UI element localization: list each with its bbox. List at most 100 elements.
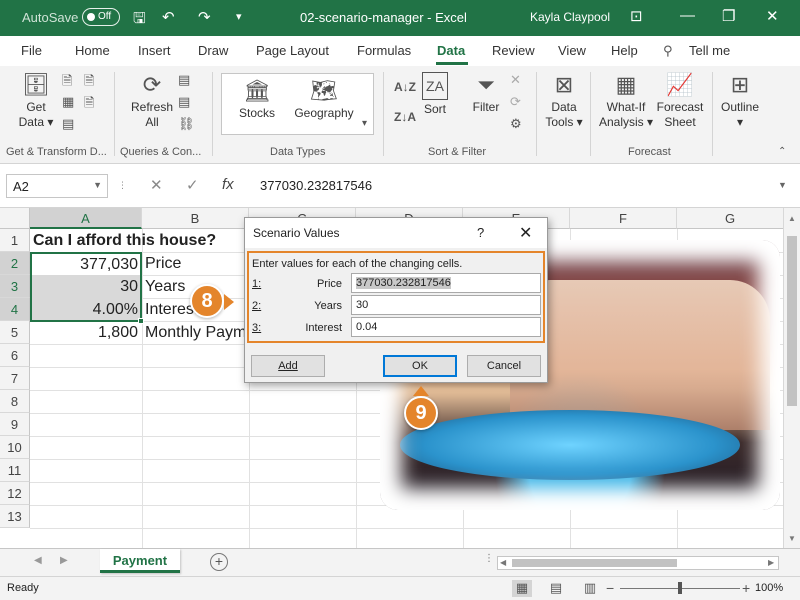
interest-field[interactable]: 0.04 <box>351 317 541 337</box>
row-header-12[interactable]: 12 <box>0 482 30 505</box>
from-table-icon[interactable]: ▦ <box>62 94 74 110</box>
refresh-all-button[interactable]: ⟳ Refresh All <box>128 72 176 130</box>
zoom-out-icon[interactable]: − <box>606 580 614 596</box>
row-header-5[interactable]: 5 <box>0 321 30 344</box>
cell-a5[interactable]: 1,800 <box>31 321 142 344</box>
row-header-11[interactable]: 11 <box>0 459 30 482</box>
clear-filter-icon[interactable]: ✕ <box>510 72 521 88</box>
column-header-a[interactable]: A <box>30 208 142 229</box>
row-header-8[interactable]: 8 <box>0 390 30 413</box>
advanced-filter-icon[interactable]: ⚙ <box>510 116 522 132</box>
prev-sheet-icon[interactable]: ◀ <box>34 555 42 566</box>
sort-button[interactable]: ZA Sort <box>420 72 450 117</box>
tell-me-search[interactable]: Tell me <box>689 43 730 58</box>
close-icon[interactable]: ✕ <box>519 223 532 243</box>
reapply-icon[interactable]: ⟳ <box>510 94 521 110</box>
row-header-10[interactable]: 10 <box>0 436 30 459</box>
cell-b2[interactable]: Price <box>145 252 249 275</box>
row-header-6[interactable]: 6 <box>0 344 30 367</box>
what-if-analysis-button[interactable]: ▦ What-If Analysis ▾ <box>598 72 654 130</box>
help-icon[interactable]: ? <box>477 225 484 240</box>
add-sheet-icon[interactable]: + <box>210 553 228 571</box>
row-header-3[interactable]: 3 <box>0 275 30 298</box>
data-tools-button[interactable]: ⊠ Data Tools ▾ <box>544 72 584 130</box>
tab-data[interactable]: Data <box>437 43 465 58</box>
tab-home[interactable]: Home <box>75 43 110 58</box>
zoom-level[interactable]: 100% <box>755 582 783 594</box>
tab-page-layout[interactable]: Page Layout <box>256 43 329 58</box>
tab-view[interactable]: View <box>558 43 586 58</box>
row-header-2[interactable]: 2 <box>0 252 30 275</box>
filter-button[interactable]: ⏷ Filter <box>468 72 504 115</box>
vertical-scrollbar[interactable]: ▲ ▼ <box>783 208 800 548</box>
redo-icon[interactable]: ↷ <box>198 8 211 26</box>
ribbon-display-icon[interactable]: ⊡ <box>630 7 643 25</box>
next-sheet-icon[interactable]: ▶ <box>60 555 68 566</box>
column-header-g[interactable]: G <box>677 208 784 229</box>
row-header-1[interactable]: 1 <box>0 229 30 252</box>
tab-review[interactable]: Review <box>492 43 535 58</box>
page-break-view-icon[interactable]: ▥ <box>580 580 600 597</box>
geography-button[interactable]: 🗺 Geography <box>292 78 356 121</box>
gallery-more-icon[interactable]: ▾ <box>362 118 367 129</box>
autosave-toggle[interactable]: Off <box>82 8 120 26</box>
scroll-up-icon[interactable]: ▲ <box>788 214 796 223</box>
queries-connections-icon[interactable]: ▤ <box>178 72 190 88</box>
row-header-7[interactable]: 7 <box>0 367 30 390</box>
normal-view-icon[interactable]: ▦ <box>512 580 532 597</box>
get-data-button[interactable]: 🗄 Get Data ▾ <box>14 72 58 130</box>
scroll-right-icon[interactable]: ▶ <box>768 558 774 567</box>
row-header-9[interactable]: 9 <box>0 413 30 436</box>
sort-descending-icon[interactable]: Z↓A <box>394 110 416 124</box>
hscroll-thumb[interactable] <box>512 559 677 567</box>
tab-formulas[interactable]: Formulas <box>357 43 411 58</box>
restore-icon[interactable]: ❐ <box>722 7 735 25</box>
zoom-slider-thumb[interactable] <box>678 582 682 594</box>
save-icon[interactable]: 🖫 <box>133 8 146 33</box>
ok-button[interactable]: OK <box>383 355 457 377</box>
tab-split-handle[interactable]: ⋮ <box>484 553 494 564</box>
confirm-entry-icon[interactable]: ✓ <box>186 176 199 194</box>
tab-file[interactable]: File <box>21 43 42 58</box>
from-web-icon[interactable]: 🗎 <box>84 72 94 94</box>
expand-formula-icon[interactable]: ▼ <box>778 180 787 190</box>
user-name[interactable]: Kayla Claypool <box>530 10 610 24</box>
formula-input[interactable]: 377030.232817546 <box>252 174 792 198</box>
from-text-icon[interactable]: 🗎 <box>62 72 72 94</box>
scroll-thumb[interactable] <box>787 236 797 406</box>
collapse-ribbon-icon[interactable]: ⌃ <box>778 146 786 157</box>
close-window-icon[interactable]: ✕ <box>766 7 779 25</box>
sheet-tab-payment[interactable]: Payment <box>100 549 180 573</box>
price-field[interactable]: 377030.232817546 <box>351 273 541 293</box>
scroll-down-icon[interactable]: ▼ <box>788 534 796 543</box>
forecast-sheet-button[interactable]: 📈 Forecast Sheet <box>656 72 704 130</box>
tab-insert[interactable]: Insert <box>138 43 171 58</box>
dialog-title-bar[interactable]: Scenario Values ? ✕ <box>245 218 547 248</box>
cancel-entry-icon[interactable]: ✕ <box>150 176 163 194</box>
tab-help[interactable]: Help <box>611 43 638 58</box>
row-header-13[interactable]: 13 <box>0 505 30 528</box>
column-header-f[interactable]: F <box>570 208 677 229</box>
edit-links-icon[interactable]: ⛓ <box>178 116 195 132</box>
cell-b5[interactable]: Monthly Payment <box>145 321 249 344</box>
minimize-icon[interactable]: — <box>680 7 695 24</box>
fill-handle[interactable] <box>138 318 144 324</box>
column-header-b[interactable]: B <box>142 208 249 229</box>
tab-draw[interactable]: Draw <box>198 43 228 58</box>
insert-function-icon[interactable]: fx <box>222 176 234 193</box>
add-button[interactable]: Add <box>251 355 325 377</box>
customize-qat-icon[interactable]: ▾ <box>236 10 242 23</box>
undo-icon[interactable]: ↶ <box>162 8 175 26</box>
properties-icon[interactable]: ▤ <box>178 94 190 110</box>
years-field[interactable]: 30 <box>351 295 541 315</box>
sort-ascending-icon[interactable]: A↓Z <box>394 80 416 94</box>
scroll-left-icon[interactable]: ◀ <box>500 558 506 567</box>
outline-button[interactable]: ⊞ Outline ▾ <box>718 72 762 130</box>
select-all-corner[interactable] <box>0 208 30 229</box>
row-header-4[interactable]: 4 <box>0 298 30 321</box>
zoom-in-icon[interactable]: + <box>742 580 750 596</box>
page-layout-view-icon[interactable]: ▤ <box>546 580 566 597</box>
stocks-button[interactable]: 🏛 Stocks <box>230 78 284 121</box>
cancel-button[interactable]: Cancel <box>467 355 541 377</box>
recent-sources-icon[interactable]: 🗎 <box>84 94 94 116</box>
